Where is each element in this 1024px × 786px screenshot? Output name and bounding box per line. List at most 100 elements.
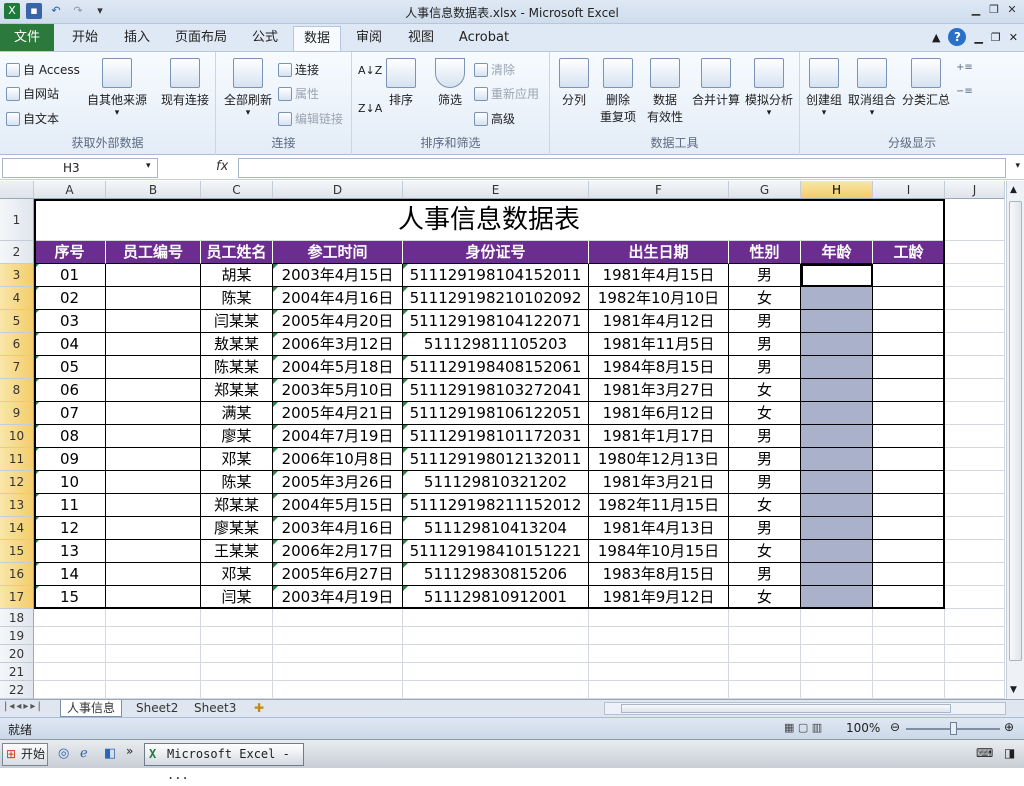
table-cell[interactable]: 1981年4月12日 xyxy=(589,310,729,333)
row-header[interactable]: 22 xyxy=(0,681,34,699)
advanced-filter-button[interactable]: 高级 xyxy=(474,110,515,127)
scroll-up-icon[interactable]: ▲ xyxy=(1010,185,1017,195)
cell[interactable] xyxy=(945,310,1005,333)
table-cell[interactable]: 511129830815206 xyxy=(403,563,589,586)
row-header[interactable]: 13 xyxy=(0,494,34,517)
table-cell[interactable]: 511129198408152061 xyxy=(403,356,589,379)
table-cell[interactable]: 08 xyxy=(34,425,106,448)
refresh-all-button[interactable]: 全部刷新 ▾ xyxy=(220,58,276,118)
table-cell[interactable] xyxy=(106,517,201,540)
column-header-A[interactable]: A xyxy=(34,181,106,199)
cell[interactable] xyxy=(589,663,729,681)
edit-links-button[interactable]: 编辑链接 xyxy=(278,110,343,127)
column-header-B[interactable]: B xyxy=(106,181,201,199)
cell[interactable] xyxy=(945,287,1005,310)
column-header-G[interactable]: G xyxy=(729,181,801,199)
table-cell[interactable]: 1984年10月15日 xyxy=(589,540,729,563)
minimize-ribbon-icon[interactable]: ▲ xyxy=(932,31,940,44)
table-cell[interactable]: 陈某某 xyxy=(201,356,273,379)
sort-asc-button[interactable]: A↓Z xyxy=(358,64,382,77)
table-cell[interactable]: 511129198103272041 xyxy=(403,379,589,402)
table-cell[interactable] xyxy=(801,540,873,563)
table-cell[interactable]: 11 xyxy=(34,494,106,517)
table-cell[interactable] xyxy=(106,333,201,356)
cell[interactable] xyxy=(945,586,1005,609)
cell[interactable] xyxy=(729,663,801,681)
cell[interactable] xyxy=(106,663,201,681)
table-cell[interactable]: 511129198012132011 xyxy=(403,448,589,471)
horizontal-scrollbar[interactable] xyxy=(604,702,1006,715)
ungroup-button[interactable]: 取消组合 ▾ xyxy=(846,58,898,118)
column-header-J[interactable]: J xyxy=(945,181,1005,199)
table-cell[interactable]: 廖某 xyxy=(201,425,273,448)
table-cell[interactable]: 1981年11月5日 xyxy=(589,333,729,356)
cell[interactable] xyxy=(801,627,873,645)
quicklaunch-icon[interactable]: ◎ xyxy=(58,746,69,761)
table-cell[interactable]: 511129198104152011 xyxy=(403,264,589,287)
from-web-button[interactable]: 自网站 xyxy=(6,85,59,102)
cell[interactable] xyxy=(273,663,403,681)
zoom-in-icon[interactable]: ⊕ xyxy=(1004,720,1014,734)
cell[interactable] xyxy=(945,356,1005,379)
table-cell[interactable]: 廖某某 xyxy=(201,517,273,540)
restore-icon[interactable]: ❐ xyxy=(986,2,1002,18)
view-buttons[interactable]: ▦ ▢ ▥ xyxy=(784,721,822,734)
cell[interactable] xyxy=(34,627,106,645)
table-cell[interactable] xyxy=(106,402,201,425)
table-cell[interactable]: 郑某某 xyxy=(201,379,273,402)
cell[interactable] xyxy=(873,627,945,645)
minimize-icon[interactable]: ▁ xyxy=(968,2,984,18)
tab-page-layout[interactable]: 页面布局 xyxy=(168,26,234,51)
table-cell[interactable]: 2005年4月21日 xyxy=(273,402,403,425)
cell[interactable] xyxy=(106,645,201,663)
cell[interactable] xyxy=(403,645,589,663)
reapply-button[interactable]: 重新应用 xyxy=(474,85,539,102)
table-cell[interactable]: 511129198106122051 xyxy=(403,402,589,425)
table-cell[interactable]: 1981年3月21日 xyxy=(589,471,729,494)
table-cell[interactable]: 10 xyxy=(34,471,106,494)
table-cell[interactable]: 14 xyxy=(34,563,106,586)
table-cell[interactable] xyxy=(801,310,873,333)
table-cell[interactable] xyxy=(873,494,945,517)
cell[interactable] xyxy=(729,609,801,627)
cell[interactable] xyxy=(106,609,201,627)
cell[interactable] xyxy=(201,627,273,645)
table-header-cell[interactable]: 序号 xyxy=(34,241,106,264)
table-cell[interactable]: 1981年6月12日 xyxy=(589,402,729,425)
column-header-F[interactable]: F xyxy=(589,181,729,199)
row-header[interactable]: 12 xyxy=(0,471,34,494)
cell[interactable] xyxy=(945,494,1005,517)
sheet-tab-sheet3[interactable]: Sheet3 xyxy=(188,700,242,717)
from-text-button[interactable]: 自文本 xyxy=(6,110,59,127)
table-cell[interactable] xyxy=(801,563,873,586)
tab-acrobat[interactable]: Acrobat xyxy=(452,26,516,51)
row-header[interactable]: 21 xyxy=(0,663,34,681)
table-cell[interactable]: 敖某某 xyxy=(201,333,273,356)
table-cell[interactable]: 2004年7月19日 xyxy=(273,425,403,448)
table-header-cell[interactable]: 性别 xyxy=(729,241,801,264)
row-header[interactable]: 15 xyxy=(0,540,34,563)
tab-file[interactable]: 文件 xyxy=(0,24,54,51)
connections-button[interactable]: 连接 xyxy=(278,61,319,78)
row-header[interactable]: 20 xyxy=(0,645,34,663)
table-cell[interactable] xyxy=(873,471,945,494)
table-cell[interactable] xyxy=(801,333,873,356)
name-box[interactable]: H3 xyxy=(2,158,158,178)
table-cell[interactable]: 男 xyxy=(729,425,801,448)
table-cell[interactable] xyxy=(873,356,945,379)
cell[interactable] xyxy=(945,471,1005,494)
text-to-columns-button[interactable]: 分列 xyxy=(556,58,592,108)
what-if-analysis-button[interactable]: 模拟分析 ▾ xyxy=(742,58,796,118)
table-cell[interactable] xyxy=(873,563,945,586)
table-cell[interactable] xyxy=(801,356,873,379)
cell[interactable] xyxy=(801,645,873,663)
doc-close-icon[interactable]: ✕ xyxy=(1009,31,1018,44)
scroll-down-icon[interactable]: ▼ xyxy=(1010,685,1017,695)
cell[interactable] xyxy=(945,379,1005,402)
table-cell[interactable]: 1981年4月15日 xyxy=(589,264,729,287)
table-cell[interactable]: 女 xyxy=(729,540,801,563)
help-icon[interactable]: ? xyxy=(948,28,967,46)
table-cell[interactable] xyxy=(106,540,201,563)
table-cell[interactable]: 闫某某 xyxy=(201,310,273,333)
table-cell[interactable] xyxy=(801,448,873,471)
